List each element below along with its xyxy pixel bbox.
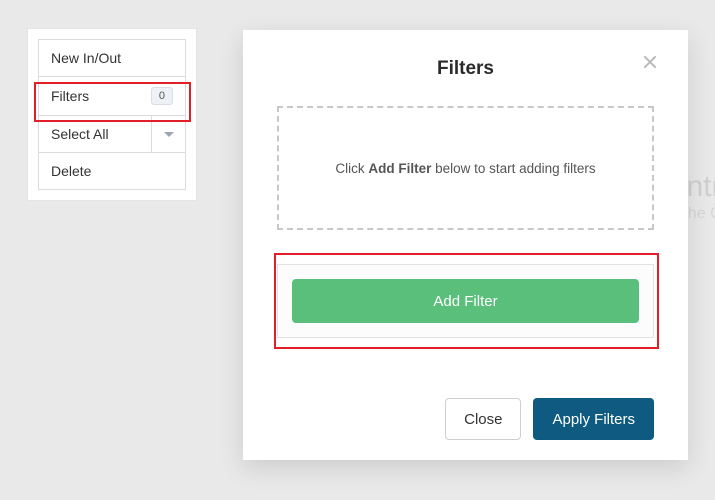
modal-title: Filters — [437, 58, 494, 79]
add-filter-button[interactable]: Add Filter — [292, 279, 639, 323]
hint-prefix: Click — [335, 161, 368, 176]
sidebar-item-label: Filters — [51, 88, 89, 104]
sidebar-actions-card: New In/Out Filters 0 Select All Delete — [28, 29, 196, 200]
filters-modal: Filters Click Add Filter below to start … — [243, 30, 688, 460]
modal-footer: Close Apply Filters — [277, 378, 654, 440]
empty-filters-hint: Click Add Filter below to start adding f… — [335, 161, 595, 176]
apply-filters-button[interactable]: Apply Filters — [533, 398, 654, 440]
sidebar-item-new-in-out[interactable]: New In/Out — [39, 40, 185, 77]
select-all-dropdown-toggle[interactable] — [151, 116, 185, 152]
sidebar-item-label: New In/Out — [51, 50, 121, 66]
close-button[interactable]: Close — [445, 398, 521, 440]
add-filter-section: Add Filter — [277, 264, 654, 338]
filters-count-badge: 0 — [151, 87, 173, 105]
empty-filters-dropzone: Click Add Filter below to start adding f… — [277, 106, 654, 230]
sidebar-action-list: New In/Out Filters 0 Select All Delete — [38, 39, 186, 190]
sidebar-item-label: Select All — [39, 116, 151, 152]
chevron-down-icon — [164, 132, 174, 137]
sidebar-item-select-all[interactable]: Select All — [39, 116, 185, 153]
sidebar-item-delete[interactable]: Delete — [39, 153, 185, 189]
close-icon[interactable] — [640, 52, 660, 72]
modal-header: Filters — [277, 58, 654, 80]
hint-suffix: below to start adding filters — [431, 161, 595, 176]
sidebar-item-label: Delete — [51, 163, 91, 179]
sidebar-item-filters[interactable]: Filters 0 — [39, 77, 185, 116]
hint-strong: Add Filter — [368, 161, 431, 176]
